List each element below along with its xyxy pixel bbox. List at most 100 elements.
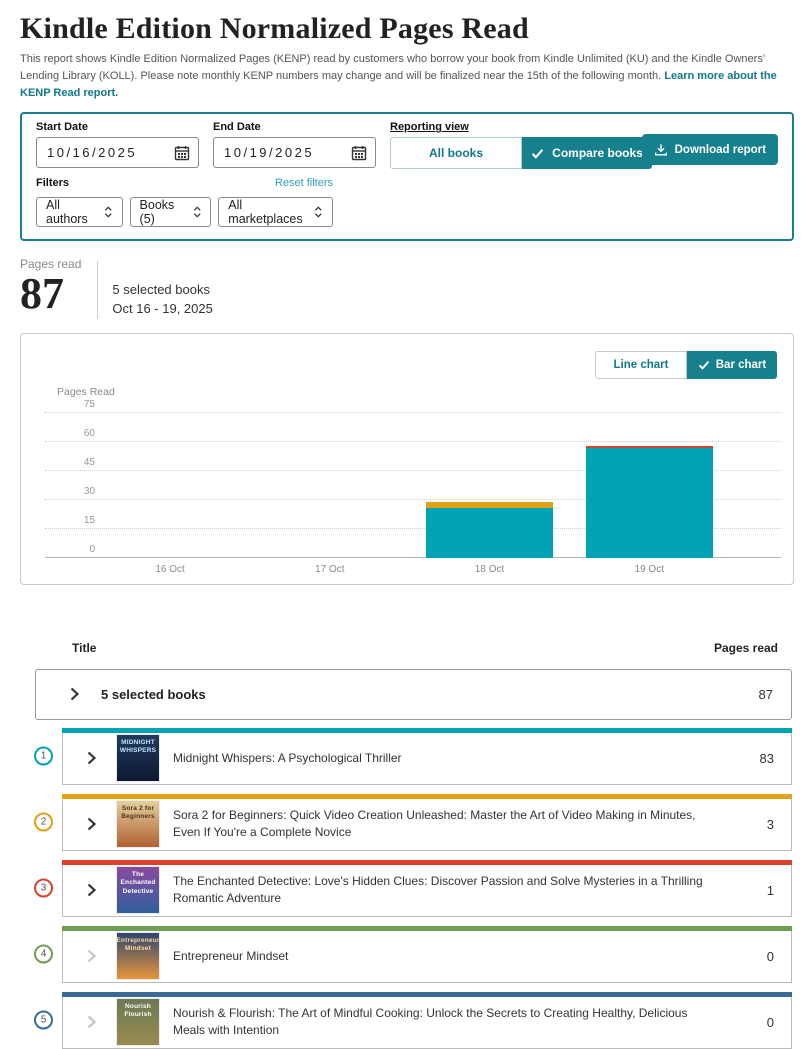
book-row-body: Nourish Flourish Nourish & Flourish: The … [62, 997, 792, 1049]
x-tick-label: 19 Oct [635, 564, 664, 575]
book-row-body: Sora 2 for Beginners Sora 2 for Beginners… [62, 799, 792, 851]
calendar-icon[interactable] [174, 145, 190, 161]
book-title: The Enchanted Detective: Love's Hidden C… [173, 873, 713, 908]
book-row-body: Entrepreneur Mindset Entrepreneur Mindset… [62, 931, 792, 983]
book-cover-title: The Enchanted Detective [117, 867, 159, 913]
end-date-input[interactable]: 10/19/2025 [213, 137, 376, 168]
book-cover: Nourish Flourish [117, 999, 159, 1045]
books-dropdown[interactable]: Books (5) [130, 197, 212, 227]
calendar-icon[interactable] [351, 145, 367, 161]
bar-chart-button[interactable]: Bar chart [687, 351, 777, 379]
filter-panel: Start Date 10/16/2025 End Date 10/19/202… [20, 112, 794, 241]
y-tick-label: 30 [73, 486, 95, 497]
summary-divider [97, 261, 98, 319]
chart-type-toggle: Line chart Bar chart [595, 351, 777, 379]
y-tick-label: 75 [73, 399, 95, 410]
expand-chevron-icon[interactable] [87, 949, 96, 963]
book-title: Sora 2 for Beginners: Quick Video Creati… [173, 807, 713, 842]
book-cover: MIDNIGHT WHISPERS [117, 735, 159, 781]
rank-badge: 1 [34, 747, 53, 766]
start-date-group: Start Date 10/16/2025 [36, 121, 199, 168]
start-date-label: Start Date [36, 121, 199, 133]
bar-chart-label: Bar chart [716, 359, 767, 371]
book-row[interactable]: 5Nourish FlourishNourish & Flourish: The… [62, 992, 792, 1049]
chevron-updown-icon [314, 205, 323, 219]
book-cover: Sora 2 for Beginners [117, 801, 159, 847]
book-title: Nourish & Flourish: The Art of Mindful C… [173, 1005, 713, 1040]
book-row[interactable]: 4Entrepreneur MindsetEntrepreneur Mindse… [62, 926, 792, 983]
book-row-body: The Enchanted Detective The Enchanted Det… [62, 865, 792, 917]
pages-read-total: 87 [20, 271, 81, 317]
start-date-input[interactable]: 10/16/2025 [36, 137, 199, 168]
book-title: Midnight Whispers: A Psychological Thril… [173, 750, 402, 767]
pages-column-header: Pages read [714, 641, 778, 655]
selected-books-row-pages: 87 [759, 687, 791, 702]
chevron-updown-icon [104, 205, 112, 219]
book-pages-read: 0 [767, 949, 791, 964]
end-date-label: End Date [213, 121, 376, 133]
chart-plot: 01530456075 [45, 404, 781, 558]
selected-books-count: 5 selected books [112, 281, 212, 300]
book-row[interactable]: 1MIDNIGHT WHISPERSMidnight Whispers: A P… [62, 728, 792, 785]
bar-segment[interactable] [586, 446, 713, 448]
book-cover-title: Entrepreneur Mindset [116, 933, 159, 979]
rank-badge: 5 [34, 1011, 53, 1030]
reset-filters-link[interactable]: Reset filters [275, 177, 333, 189]
check-icon [698, 359, 710, 371]
expand-chevron-icon[interactable] [70, 687, 79, 701]
check-icon [531, 147, 544, 160]
x-tick-label: 18 Oct [475, 564, 504, 575]
x-tick-label: 17 Oct [315, 564, 344, 575]
book-rows: 1 MIDNIGHT WHISPERS Midnight Whispers: A P… [62, 728, 792, 1049]
rank-badge: 3 [34, 879, 53, 898]
y-tick-label: 0 [73, 544, 95, 555]
expand-chevron-icon[interactable] [87, 883, 96, 897]
chart-card: Line chart Bar chart Pages Read 01530456… [20, 333, 794, 585]
chevron-updown-icon [193, 205, 201, 219]
book-pages-read: 0 [767, 1015, 791, 1030]
reporting-view-toggle: All books Compare books [390, 137, 652, 169]
books-dropdown-value: Books (5) [140, 198, 185, 226]
book-cover: Entrepreneur Mindset [117, 933, 159, 979]
book-cover-title: MIDNIGHT WHISPERS [117, 735, 159, 781]
y-tick-label: 45 [73, 457, 95, 468]
bar-segment[interactable] [426, 508, 553, 558]
book-pages-read: 3 [767, 817, 791, 832]
line-chart-button[interactable]: Line chart [595, 351, 687, 379]
download-report-label: Download report [675, 144, 766, 156]
marketplaces-dropdown-value: All marketplaces [228, 198, 306, 226]
page-title: Kindle Edition Normalized Pages Read [20, 12, 792, 46]
bar-segment[interactable] [586, 448, 713, 558]
reporting-view-group: Reporting view All books Compare books [390, 121, 652, 169]
pages-read-summary: Pages read 87 5 selected books Oct 16 - … [20, 257, 792, 319]
y-axis-title: Pages Read [57, 386, 115, 398]
book-title: Entrepreneur Mindset [173, 948, 288, 965]
book-pages-read: 83 [760, 751, 791, 766]
end-date-value: 10/19/2025 [224, 145, 351, 160]
expand-chevron-icon[interactable] [87, 751, 96, 765]
book-row[interactable]: 2Sora 2 for BeginnersSora 2 for Beginner… [62, 794, 792, 851]
gridline [45, 441, 781, 442]
authors-dropdown-value: All authors [46, 198, 96, 226]
compare-books-button[interactable]: Compare books [522, 137, 652, 169]
expand-chevron-icon[interactable] [87, 817, 96, 831]
y-tick-label: 15 [73, 515, 95, 526]
book-cover-title: Nourish Flourish [117, 999, 159, 1045]
table-header: Title Pages read [20, 641, 792, 655]
book-row[interactable]: 3The Enchanted DetectiveThe Enchanted De… [62, 860, 792, 917]
book-cover-title: Sora 2 for Beginners [117, 801, 159, 847]
filters-label: Filters [36, 177, 69, 189]
start-date-value: 10/16/2025 [47, 145, 174, 160]
authors-dropdown[interactable]: All authors [36, 197, 123, 227]
download-report-button[interactable]: Download report [642, 134, 778, 165]
all-books-button[interactable]: All books [390, 137, 522, 169]
marketplaces-dropdown[interactable]: All marketplaces [218, 197, 333, 227]
expand-chevron-icon[interactable] [87, 1015, 96, 1029]
title-column-header: Title [72, 641, 96, 655]
book-pages-read: 1 [767, 883, 791, 898]
rank-badge: 4 [34, 945, 53, 964]
download-icon [654, 143, 668, 157]
selected-books-row[interactable]: 5 selected books 87 [35, 669, 792, 720]
page-description: This report shows Kindle Edition Normali… [20, 51, 788, 102]
bar-segment[interactable] [426, 502, 553, 508]
